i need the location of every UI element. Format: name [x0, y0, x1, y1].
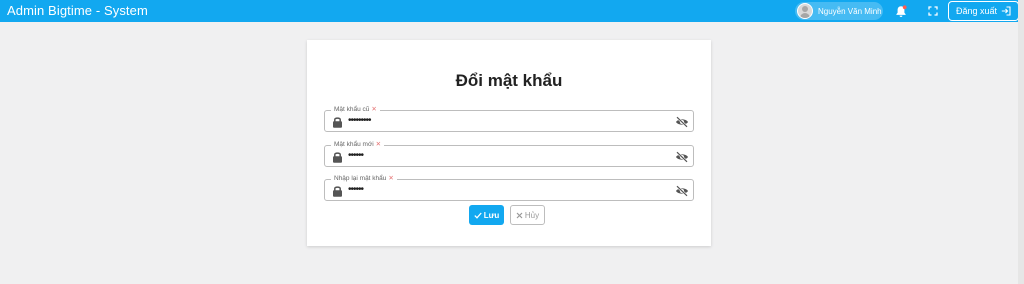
eye-slash-icon[interactable] [675, 151, 689, 163]
logout-label: Đăng xuất [955, 6, 998, 16]
new-password-value: •••••• [348, 150, 364, 161]
confirm-password-field[interactable]: Nhập lại mật khẩu ✕ •••••• [324, 174, 694, 201]
bell-icon [896, 4, 907, 17]
save-button[interactable]: Lưu [469, 205, 504, 225]
required-mark: ✕ [375, 141, 382, 148]
page-title: Đổi mật khẩu [455, 71, 563, 90]
confirm-password-value: •••••• [348, 184, 364, 195]
lock-icon [333, 152, 342, 163]
lock-icon [333, 117, 342, 128]
app-title: Admin Bigtime - System [7, 3, 148, 18]
cancel-button[interactable]: Hủy [510, 205, 545, 225]
lock-icon [333, 186, 342, 197]
top-navbar: Admin Bigtime - System Nguyễn Văn Minh Đ… [0, 0, 1019, 22]
eye-slash-icon[interactable] [675, 185, 689, 197]
save-label: Lưu [483, 210, 500, 220]
required-mark: ✕ [388, 175, 394, 182]
avatar [797, 3, 813, 19]
user-menu[interactable]: Nguyễn Văn Minh [795, 2, 883, 20]
fullscreen-icon [928, 6, 938, 16]
logout-icon [1001, 6, 1011, 16]
check-icon [474, 212, 482, 219]
field-label: Nhập lại mật khẩu ✕ [331, 174, 397, 184]
close-icon [516, 212, 523, 218]
cancel-label: Hủy [524, 210, 540, 220]
old-password-value: ••••••••• [348, 115, 371, 126]
required-mark: ✕ [371, 106, 377, 113]
new-password-field[interactable]: Mật khẩu mới ✕ •••••• [324, 140, 694, 167]
eye-slash-icon[interactable] [675, 116, 689, 128]
page-scrollbar[interactable] [1018, 0, 1024, 284]
notification-button[interactable] [893, 3, 909, 19]
change-password-card: Đổi mật khẩu Mật khẩu cũ ✕ ••••••••• Mật … [307, 40, 711, 246]
fullscreen-button[interactable] [925, 3, 941, 19]
logout-button[interactable]: Đăng xuất [948, 1, 1019, 21]
old-password-field[interactable]: Mật khẩu cũ ✕ ••••••••• [324, 105, 694, 132]
user-name: Nguyễn Văn Minh [818, 6, 882, 16]
